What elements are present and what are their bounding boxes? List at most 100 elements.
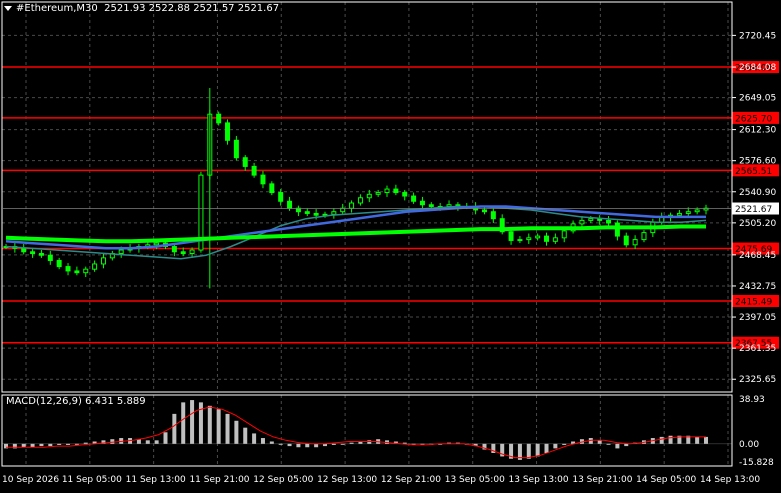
chart-stage[interactable]: 2684.08 2625.70 2565.51 2475.69 2415.49 2367.…	[0, 0, 781, 489]
candle-body	[490, 211, 496, 220]
ma-slow-line	[5, 224, 706, 244]
candle-body	[180, 251, 186, 255]
candle-body	[38, 253, 44, 256]
candle-body	[225, 122, 231, 141]
macd-scale-label: -15.828	[739, 458, 774, 468]
macd-histogram-bar	[340, 443, 345, 445]
candle-body	[552, 237, 558, 242]
candle-body	[278, 192, 284, 202]
macd-histogram-bar	[544, 443, 549, 453]
candle-body	[544, 235, 550, 242]
macd-histogram-bar	[12, 443, 17, 449]
candle-body	[632, 239, 638, 246]
candle-body	[579, 219, 585, 225]
candle-body	[65, 266, 71, 272]
y-tick-label: 2684.08	[739, 63, 776, 73]
macd-histogram-bar	[526, 443, 531, 459]
menu-triangle-icon[interactable]	[4, 5, 12, 11]
candle-body	[561, 230, 567, 239]
macd-histogram-bar	[597, 440, 602, 444]
candle-body	[56, 259, 62, 268]
candle-body	[331, 211, 337, 215]
macd-histogram-bar	[225, 413, 230, 444]
macd-histogram-bar	[331, 443, 336, 445]
y-tick-label: 2432.75	[739, 282, 776, 292]
symbol-label: #Ethereum,M30	[16, 3, 98, 14]
level-tag-label: 2625.70	[735, 114, 772, 124]
macd-histogram-bar	[74, 443, 79, 445]
y-tick-label: 2576.60	[739, 157, 776, 167]
macd-histogram-bar	[252, 433, 257, 444]
candle-body	[21, 247, 27, 253]
macd-histogram-bar	[314, 443, 319, 448]
macd-label: MACD(12,26,9) 6.431 5.889	[6, 396, 146, 407]
candle-body	[216, 113, 222, 124]
candle-body	[375, 192, 381, 195]
candle-body	[588, 218, 594, 221]
y-tick-label: 2397.05	[739, 313, 776, 323]
x-tick-label: 14 Sep 05:00	[636, 475, 696, 485]
candle-body	[100, 257, 106, 265]
macd-histogram-bar	[305, 443, 310, 448]
x-tick-label: 11 Sep 13:00	[126, 475, 186, 485]
candle-body	[508, 231, 514, 241]
candle-body	[481, 209, 487, 213]
candle-body	[614, 222, 620, 237]
macd-histogram-bar	[668, 435, 673, 444]
candle-body	[694, 209, 700, 213]
macd-scale-label: 0.00	[739, 440, 759, 450]
macd-histogram-bar	[181, 402, 186, 444]
y-tick-label: 2540.90	[739, 188, 776, 198]
x-tick-label: 12 Sep 21:00	[381, 475, 441, 485]
x-tick-label: 11 Sep 21:00	[189, 475, 249, 485]
macd-histogram-bar	[296, 443, 301, 448]
candle-body	[526, 237, 532, 241]
macd-histogram-bar	[695, 436, 700, 444]
candle-body	[92, 263, 98, 270]
candle-body	[402, 192, 408, 197]
candle-body	[641, 232, 647, 241]
level-tag-label: 2565.51	[735, 167, 772, 177]
macd-histogram-bar	[606, 443, 611, 445]
horizontal-levels[interactable]: 2684.082625.702565.512475.692415.492367.…	[2, 61, 779, 349]
macd-histogram-bar	[260, 438, 265, 444]
x-tick-label: 14 Sep 13:00	[700, 475, 760, 485]
macd-histogram-bar	[278, 443, 283, 445]
x-tick-label: 12 Sep 13:00	[317, 475, 377, 485]
candle-body	[242, 157, 248, 167]
candle-body	[393, 188, 399, 194]
candle-body	[357, 197, 363, 204]
macd-histogram-bar	[172, 413, 177, 444]
x-tick-label: 13 Sep 05:00	[445, 475, 505, 485]
y-tick-label: 2505.20	[739, 219, 776, 229]
ohlc-label: 2521.93 2522.88 2521.57 2521.67	[104, 3, 280, 14]
macd-histogram-bar	[48, 443, 53, 447]
candle-body	[428, 204, 434, 207]
candle-body	[47, 254, 53, 261]
x-tick-label: 11 Sep 05:00	[62, 475, 122, 485]
candle-body	[366, 193, 372, 199]
price-chart-svg[interactable]: 2684.082625.702565.512475.692415.492367.…	[0, 0, 781, 489]
candle-body	[118, 249, 124, 255]
candle-body	[30, 251, 36, 255]
candle-body	[287, 200, 293, 209]
macd-histogram-bar	[66, 443, 71, 445]
macd-histogram-bar	[704, 436, 708, 444]
y-tick-label: 2649.05	[739, 94, 776, 104]
candle-body	[83, 268, 89, 274]
candle-body	[411, 195, 417, 202]
macd-histogram-bar	[243, 427, 248, 444]
macd-histogram-bar	[553, 443, 558, 449]
candle-body	[349, 202, 355, 209]
macd-histogram-bar	[163, 432, 168, 444]
candle-body	[676, 212, 682, 216]
x-tick-label: 10 Sep 2026	[2, 475, 59, 485]
candle-body	[269, 183, 275, 194]
macd-scale-label: 38.93	[739, 395, 765, 405]
candle-body	[685, 211, 691, 214]
candle-body	[304, 211, 310, 214]
current-price-label: 2521.67	[735, 205, 772, 215]
macd-histogram-bar	[190, 400, 195, 444]
macd-histogram-bar	[154, 440, 159, 444]
macd-histogram-bar	[216, 409, 221, 444]
